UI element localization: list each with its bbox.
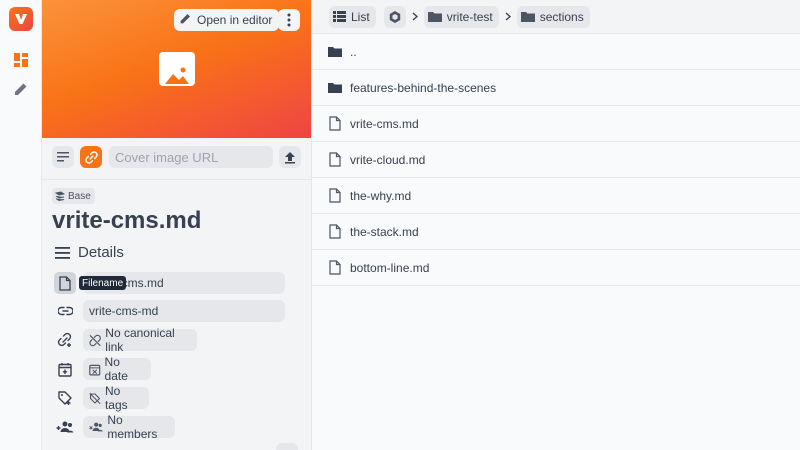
upload-button[interactable]: [279, 146, 301, 168]
folder-icon: [328, 80, 342, 96]
breadcrumb-root[interactable]: [383, 5, 406, 28]
upload-icon: [285, 151, 295, 163]
link-icon: [84, 150, 98, 164]
list-item[interactable]: bottom-line.md: [312, 250, 800, 286]
tags-label: No tags: [104, 384, 128, 412]
link-mode-button[interactable]: [80, 146, 102, 168]
list-item-label: vrite-cloud.md: [350, 152, 426, 167]
pencil-icon: [179, 12, 192, 28]
canonical-link-button[interactable]: No canonical link: [83, 326, 197, 354]
chevron-right-icon: [499, 12, 517, 21]
link-icon: [54, 300, 76, 322]
kebab-icon: [287, 13, 291, 27]
view-switch-button[interactable]: List: [329, 5, 376, 28]
list-icon: [333, 11, 346, 22]
dashboard-icon[interactable]: [9, 48, 33, 72]
align-left-icon: [57, 152, 69, 162]
view-label: List: [351, 9, 370, 24]
account-remove-icon: [89, 422, 103, 432]
list-item[interactable]: the-why.md: [312, 178, 800, 214]
tag-plus-icon: [54, 387, 76, 409]
canonical-label: No canonical link: [105, 326, 175, 354]
folder-icon: [520, 12, 535, 22]
link-off-icon: [89, 334, 101, 346]
explorer-toolbar: List vrite-test sections: [312, 0, 800, 34]
slug-value: vrite-cms-md: [89, 304, 159, 318]
file-icon: [328, 188, 342, 204]
hexagon-icon: [389, 10, 400, 23]
open-in-editor-button[interactable]: Open in editor: [174, 9, 280, 31]
file-icon: [328, 260, 342, 276]
more-options-button[interactable]: [278, 9, 300, 31]
list-item-label: the-why.md: [350, 188, 412, 203]
list-item[interactable]: ..: [312, 34, 800, 70]
alignment-button[interactable]: [52, 146, 74, 168]
filename-row: vrite-cms.md: [54, 271, 285, 295]
list-item-label: the-stack.md: [350, 224, 419, 239]
file-list: .. features-behind-the-scenes vrite-cms.…: [312, 34, 800, 286]
variant-label: Base: [68, 190, 91, 202]
date-button[interactable]: No date: [83, 355, 151, 383]
list-item-label: features-behind-the-scenes: [350, 80, 497, 95]
calendar-remove-icon: [89, 364, 101, 375]
variant-badge[interactable]: Base: [52, 188, 95, 204]
cover-image-url-input[interactable]: [109, 146, 273, 168]
date-row: No date: [54, 355, 151, 383]
list-item-label: bottom-line.md: [350, 260, 430, 275]
pencil-icon[interactable]: [9, 77, 33, 101]
account-plus-icon: [54, 416, 76, 438]
slug-field[interactable]: vrite-cms-md: [83, 300, 285, 322]
vrite-logo[interactable]: [9, 7, 33, 31]
details-label: Details: [78, 244, 124, 261]
breadcrumb-item[interactable]: sections: [516, 5, 590, 28]
folder-icon: [328, 44, 342, 60]
tag-off-icon: [89, 392, 101, 404]
list-item[interactable]: the-stack.md: [312, 214, 800, 250]
breadcrumb-label: sections: [539, 9, 584, 24]
side-rail: [0, 0, 42, 450]
file-icon: [328, 116, 342, 132]
filename-tooltip: Filename: [79, 276, 127, 290]
link-plus-icon: [54, 329, 76, 351]
cover-toolbar: [42, 138, 311, 180]
file-explorer: List vrite-test sections .. features-beh…: [312, 0, 800, 450]
content-piece-panel: Open in editor Base vrite-cms.md: [42, 0, 312, 450]
scroll-down-button[interactable]: [276, 443, 298, 450]
members-button[interactable]: No members: [83, 413, 175, 441]
chevron-right-icon: [406, 12, 424, 21]
slug-row: vrite-cms-md: [54, 299, 285, 323]
canonical-row: No canonical link: [54, 326, 197, 354]
cover-image-area: Open in editor: [42, 0, 311, 138]
file-icon: [328, 152, 342, 168]
tags-button[interactable]: No tags: [83, 384, 149, 412]
file-icon: [54, 272, 76, 294]
list-item[interactable]: vrite-cloud.md: [312, 142, 800, 178]
calendar-plus-icon: [54, 358, 76, 380]
open-in-editor-label: Open in editor: [197, 13, 273, 27]
file-icon: [328, 224, 342, 240]
details-section-header: Details: [55, 244, 124, 261]
page-title[interactable]: vrite-cms.md: [52, 207, 201, 235]
folder-icon: [427, 12, 442, 22]
tags-row: No tags: [54, 384, 149, 412]
members-row: No members: [54, 413, 175, 441]
list-item-label: vrite-cms.md: [350, 116, 419, 131]
breadcrumb-item[interactable]: vrite-test: [423, 5, 499, 28]
members-label: No members: [107, 413, 158, 441]
list-item-label: ..: [350, 44, 357, 59]
list-item[interactable]: features-behind-the-scenes: [312, 70, 800, 106]
menu-icon: [55, 246, 70, 259]
app-window: Open in editor Base vrite-cms.md: [0, 0, 800, 450]
layers-icon: [55, 191, 65, 201]
date-label: No date: [104, 355, 128, 383]
breadcrumb-label: vrite-test: [446, 9, 493, 24]
image-icon: [159, 52, 195, 86]
list-item[interactable]: vrite-cms.md: [312, 106, 800, 142]
